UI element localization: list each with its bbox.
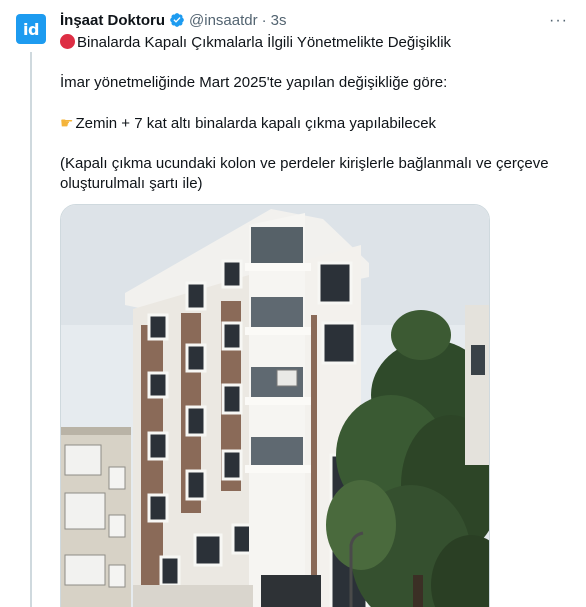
- tweet-header: İnşaat Doktoru @insaatdr · 3s: [60, 10, 286, 30]
- tweet-note-line1: (Kapalı çıkma ucundaki kolon ve perdeler…: [60, 155, 549, 172]
- tweet-text: Binalarda Kapalı Çıkmalarla İlgili Yönet…: [60, 33, 575, 194]
- author-handle[interactable]: @insaatdr: [189, 12, 258, 29]
- tweet-timestamp[interactable]: 3s: [271, 12, 287, 29]
- background-building-right: [465, 305, 489, 465]
- tweet-intro: İmar yönetmeliğinde Mart 2025'te yapılan…: [60, 74, 448, 91]
- author-name[interactable]: İnşaat Doktoru: [60, 12, 165, 29]
- separator-dot: ·: [261, 11, 267, 29]
- tweet-card[interactable]: id İnşaat Doktoru @insaatdr · 3s ··· Bin…: [0, 0, 586, 607]
- point-line: ☛ Zemin + 7 kat altı binalarda kapalı çık…: [60, 113, 575, 134]
- tweet-headline: Binalarda Kapalı Çıkmalarla İlgili Yönet…: [77, 34, 452, 51]
- thread-connector-line: [30, 52, 32, 607]
- red-circle-icon: [60, 34, 75, 49]
- headline-line: Binalarda Kapalı Çıkmalarla İlgili Yönet…: [60, 33, 575, 53]
- tweet-media-photo[interactable]: [60, 204, 490, 607]
- more-options-icon[interactable]: ···: [549, 12, 568, 30]
- pointing-hand-icon: ☛: [60, 114, 74, 132]
- avatar[interactable]: id: [16, 14, 46, 44]
- background-building-left: [61, 427, 131, 607]
- avatar-text: id: [23, 19, 39, 39]
- verified-badge-icon[interactable]: [169, 12, 185, 28]
- tweet-note-line2: oluşturulmalı şartı ile): [60, 175, 203, 192]
- building-photo: [61, 205, 489, 607]
- tweet-point: Zemin + 7 kat altı binalarda kapalı çıkm…: [75, 115, 437, 132]
